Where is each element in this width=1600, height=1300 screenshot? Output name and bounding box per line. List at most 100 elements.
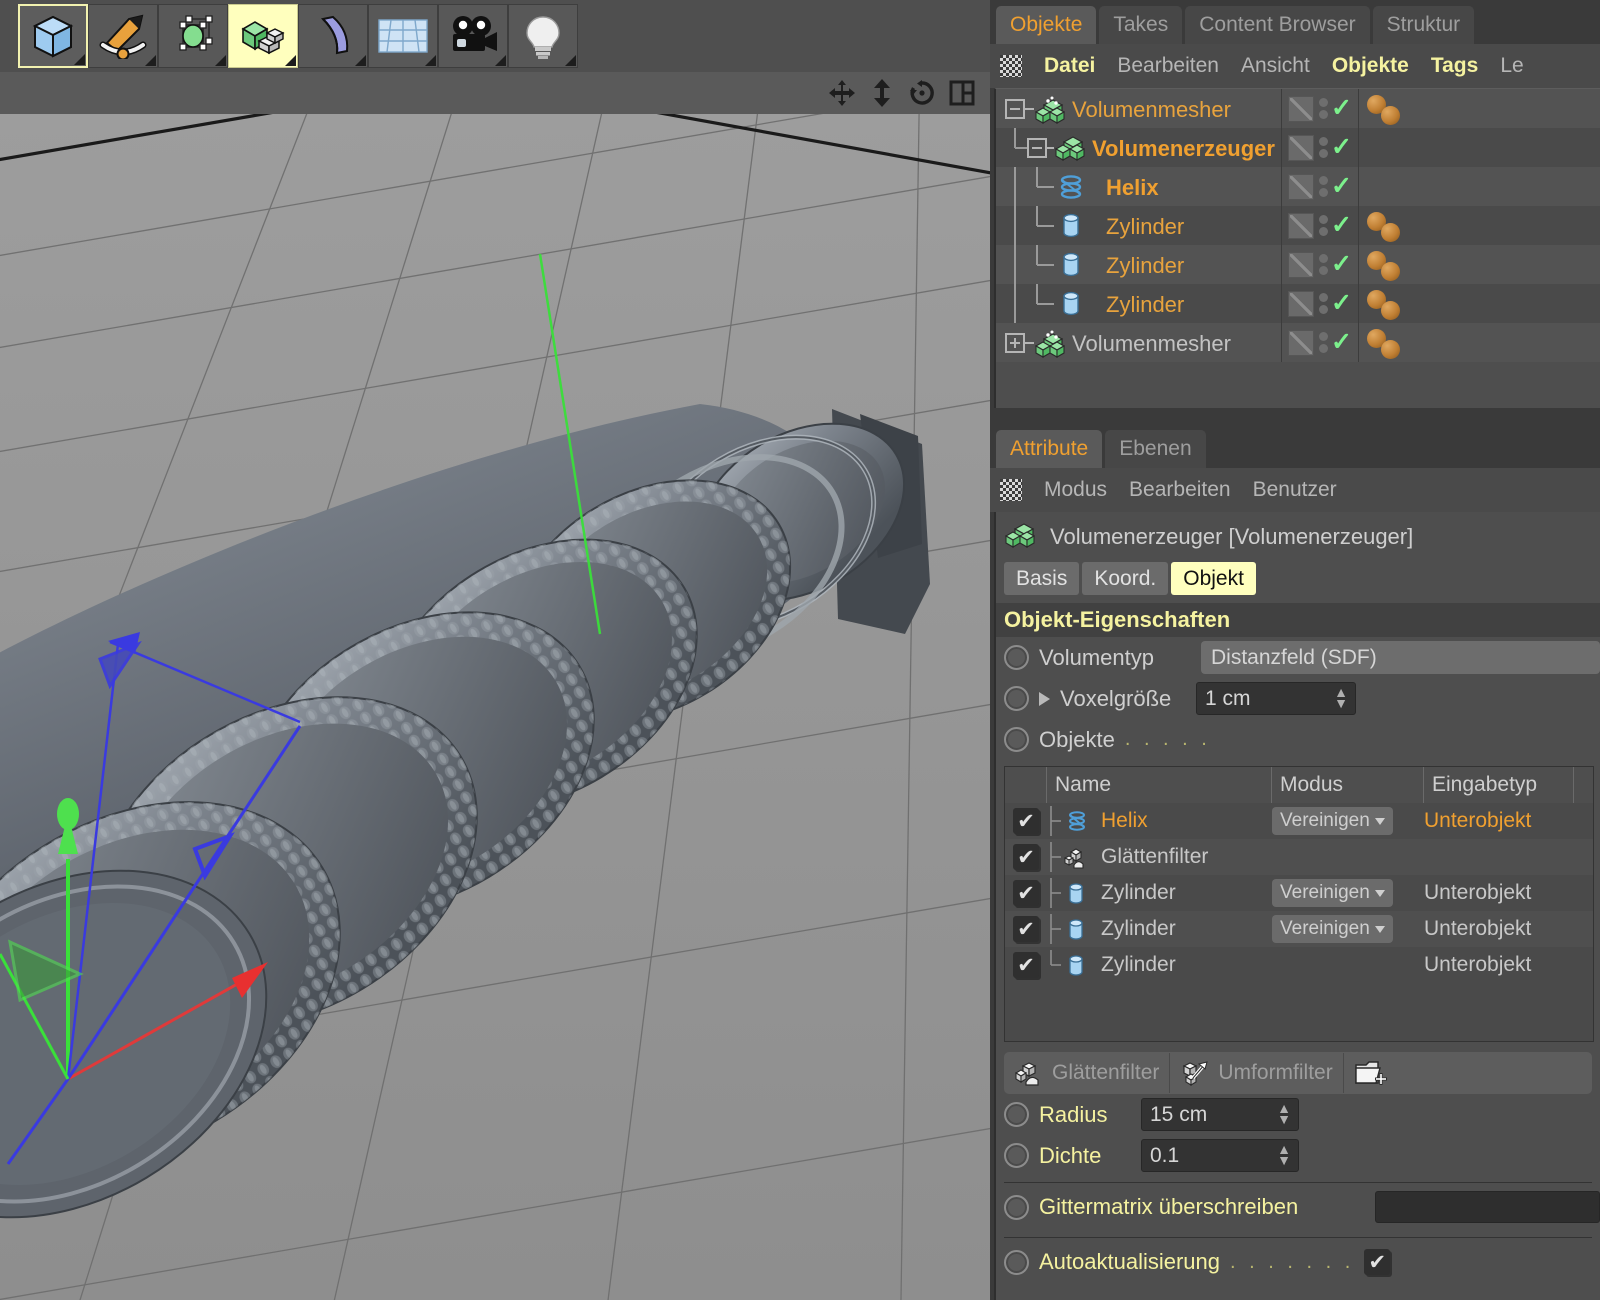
light-tool[interactable] — [508, 4, 578, 68]
visibility-dots[interactable] — [1319, 293, 1328, 314]
row-checkbox[interactable]: ✔ — [1013, 880, 1039, 906]
object-row-zylinder-1[interactable]: Zylinder ✓ — [996, 206, 1600, 245]
objects-table-row-helix[interactable]: ✔ — [1005, 803, 1593, 839]
objects-table-row-zylinder-3[interactable]: ✔ Zylinder — [1005, 947, 1593, 983]
row-modus-select[interactable]: Vereinigen — [1272, 915, 1393, 943]
spinner-icon[interactable]: ▲▼ — [1334, 687, 1348, 709]
tag-sphere[interactable] — [1381, 223, 1400, 242]
visibility-dots[interactable] — [1319, 215, 1328, 236]
enable-check-icon[interactable]: ✓ — [1331, 135, 1352, 160]
param-anim-dot[interactable] — [1004, 727, 1029, 752]
zoom-icon[interactable] — [868, 79, 896, 107]
visibility-dots[interactable] — [1319, 98, 1328, 119]
layer-swatch[interactable] — [1288, 291, 1314, 317]
visibility-dots[interactable] — [1319, 332, 1328, 353]
menu-datei[interactable]: Datei — [1044, 54, 1095, 78]
row-modus-select[interactable]: Vereinigen — [1272, 879, 1393, 907]
enable-check-icon[interactable]: ✓ — [1331, 96, 1352, 121]
subtab-basis[interactable]: Basis — [1004, 562, 1079, 595]
voxelgroesse-input[interactable]: 1 cm ▲▼ — [1196, 682, 1356, 715]
deformer-tool[interactable] — [298, 4, 368, 68]
subtab-objekt[interactable]: Objekt — [1171, 562, 1256, 595]
menu-grip-icon[interactable] — [1000, 55, 1022, 77]
param-anim-dot[interactable] — [1004, 1195, 1029, 1220]
object-row-zylinder-2[interactable]: Zylinder ✓ — [996, 245, 1600, 284]
object-row-volumenerzeuger[interactable]: Volumenerzeuger ✓ — [996, 128, 1600, 167]
layer-swatch[interactable] — [1288, 96, 1314, 122]
enable-check-icon[interactable]: ✓ — [1331, 330, 1352, 355]
spline-pen-tool[interactable] — [88, 4, 158, 68]
volumentyp-select[interactable]: Distanzfeld (SDF) — [1201, 641, 1600, 674]
object-row-volumenmesher-2[interactable]: Volumenmesher ✓ — [996, 323, 1600, 362]
enable-check-icon[interactable]: ✓ — [1331, 252, 1352, 277]
objects-table-row-zylinder-2[interactable]: ✔ Zylinder — [1005, 911, 1593, 947]
viewport[interactable] — [0, 72, 990, 1300]
objects-table-row-glaettenfilter[interactable]: ✔ — [1005, 839, 1593, 875]
menu-objekte[interactable]: Objekte — [1332, 54, 1409, 78]
layer-swatch[interactable] — [1288, 135, 1314, 161]
menu-benutzer[interactable]: Benutzer — [1253, 478, 1337, 502]
layer-swatch[interactable] — [1288, 330, 1314, 356]
param-anim-dot[interactable] — [1004, 1102, 1029, 1127]
menu-bearbeiten[interactable]: Bearbeiten — [1129, 478, 1231, 502]
menu-grip-icon[interactable] — [1000, 479, 1022, 501]
parametric-object-tool[interactable] — [158, 4, 228, 68]
param-anim-dot[interactable] — [1004, 645, 1029, 670]
row-checkbox[interactable]: ✔ — [1013, 844, 1039, 870]
volume-tool[interactable] — [228, 4, 298, 68]
param-anim-dot[interactable] — [1004, 1143, 1029, 1168]
menu-tags[interactable]: Tags — [1431, 54, 1478, 78]
autoaktualisierung-checkbox[interactable]: ✔ — [1364, 1249, 1390, 1275]
add-folder-button[interactable] — [1344, 1053, 1398, 1093]
dichte-input[interactable]: 0.1 ▲▼ — [1141, 1139, 1299, 1172]
add-reshape-filter-button[interactable]: Umformfilter — [1170, 1053, 1343, 1093]
row-checkbox[interactable]: ✔ — [1013, 952, 1039, 978]
object-tree[interactable]: Volumenmesher ✓ — [994, 88, 1600, 408]
menu-modus[interactable]: Modus — [1044, 478, 1107, 502]
tab-struktur[interactable]: Struktur — [1373, 6, 1475, 44]
move-icon[interactable] — [828, 79, 856, 107]
object-tags[interactable] — [1359, 245, 1600, 284]
param-anim-dot[interactable] — [1004, 686, 1029, 711]
rotate-icon[interactable] — [908, 79, 936, 107]
enable-check-icon[interactable]: ✓ — [1331, 291, 1352, 316]
visibility-dots[interactable] — [1319, 137, 1328, 158]
tab-attribute[interactable]: Attribute — [996, 430, 1102, 468]
tab-objekte[interactable]: Objekte — [996, 6, 1096, 44]
selection-cube-tool[interactable] — [18, 4, 88, 68]
tab-takes[interactable]: Takes — [1099, 6, 1182, 44]
object-tags[interactable] — [1359, 284, 1600, 323]
param-anim-dot[interactable] — [1004, 1250, 1029, 1275]
tab-ebenen[interactable]: Ebenen — [1105, 430, 1205, 468]
layer-swatch[interactable] — [1288, 252, 1314, 278]
object-tags[interactable] — [1359, 323, 1600, 362]
visibility-dots[interactable] — [1319, 176, 1328, 197]
object-tags[interactable] — [1359, 89, 1600, 128]
row-checkbox[interactable]: ✔ — [1013, 916, 1039, 942]
layout-panel-icon[interactable] — [948, 79, 976, 107]
camera-tool[interactable] — [438, 4, 508, 68]
object-row-zylinder-3[interactable]: Zylinder ✓ — [996, 284, 1600, 323]
add-smooth-filter-button[interactable]: Glättenfilter — [1004, 1053, 1170, 1093]
object-tags[interactable] — [1359, 206, 1600, 245]
object-row-helix[interactable]: Helix ✓ — [996, 167, 1600, 206]
layer-swatch[interactable] — [1288, 174, 1314, 200]
menu-ansicht[interactable]: Ansicht — [1241, 54, 1310, 78]
spinner-icon[interactable]: ▲▼ — [1277, 1144, 1291, 1166]
expand-triangle-icon[interactable] — [1039, 692, 1050, 706]
subtab-koord[interactable]: Koord. — [1082, 562, 1168, 595]
gittermatrix-input[interactable] — [1375, 1191, 1600, 1223]
spinner-icon[interactable]: ▲▼ — [1277, 1103, 1291, 1125]
objects-table-row-zylinder-1[interactable]: ✔ Zylinder — [1005, 875, 1593, 911]
menu-bearbeiten[interactable]: Bearbeiten — [1117, 54, 1219, 78]
enable-check-icon[interactable]: ✓ — [1331, 174, 1352, 199]
tag-sphere[interactable] — [1381, 340, 1400, 359]
tag-sphere[interactable] — [1381, 301, 1400, 320]
scene-floor-tool[interactable] — [368, 4, 438, 68]
viewport-3d-scene[interactable] — [0, 114, 990, 1300]
visibility-dots[interactable] — [1319, 254, 1328, 275]
row-checkbox[interactable]: ✔ — [1013, 808, 1039, 834]
object-row-volumenmesher-1[interactable]: Volumenmesher ✓ — [996, 89, 1600, 128]
layer-swatch[interactable] — [1288, 213, 1314, 239]
object-tags[interactable] — [1359, 167, 1600, 206]
